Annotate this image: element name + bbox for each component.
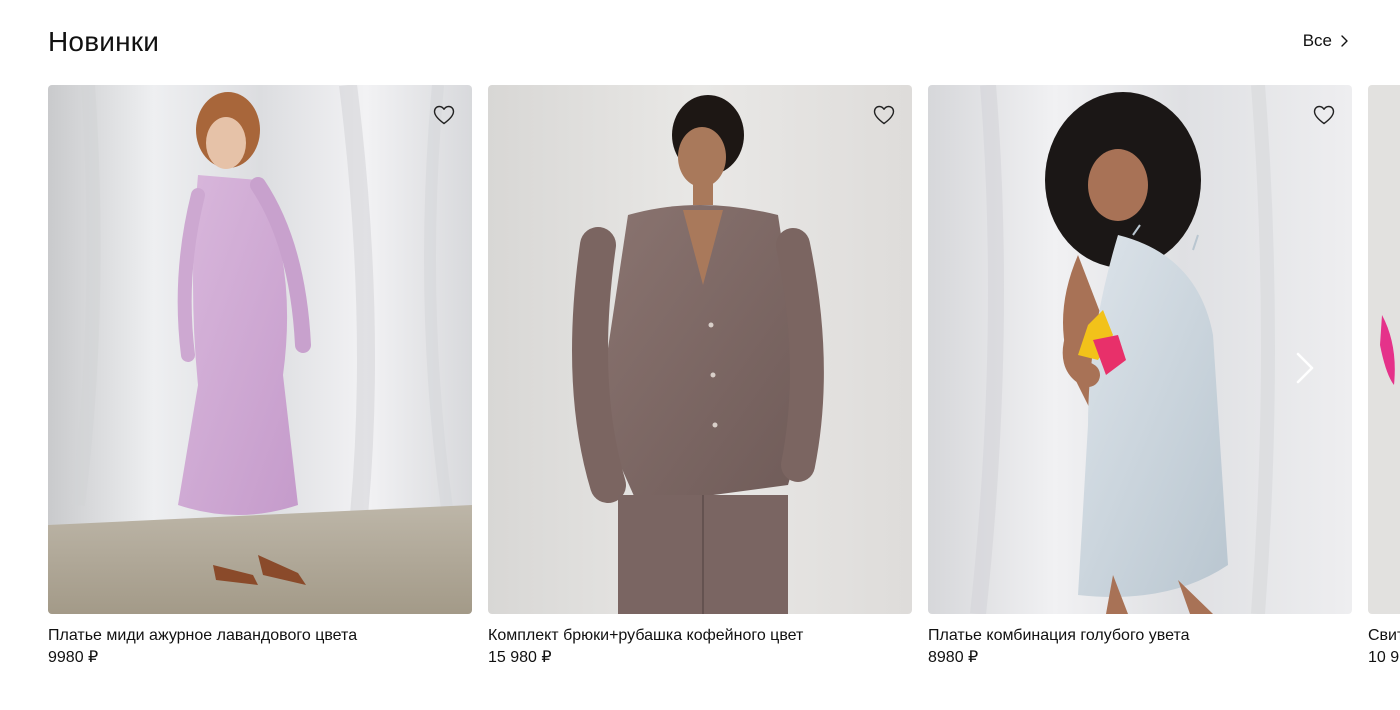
product-price: 8980 ₽ [928,649,979,666]
product-image[interactable] [928,85,1352,614]
product-price: 15 980 ₽ [488,649,552,666]
product-photo-lavender-dress [48,85,472,614]
product-card[interactable]: Платье миди ажурное лавандового цвета 99… [48,85,472,685]
section-header: Новинки Все [48,24,1352,64]
product-card[interactable]: Свит 10 9 [1368,85,1400,685]
product-name[interactable]: Платье комбинация голубого увета [928,626,1190,646]
product-image[interactable] [488,85,912,614]
product-image[interactable] [1368,85,1400,614]
new-arrivals-section: Новинки Все Платье миди ажурное лавандов… [0,0,1400,710]
view-all-label: Все [1302,31,1332,50]
product-card[interactable]: Платье комбинация голубого увета 8980 ₽ [928,85,1352,685]
product-card[interactable]: Комплект брюки+рубашка кофейного цвет 15… [488,85,912,685]
product-name[interactable]: Платье миди ажурное лавандового цвета [48,626,357,646]
product-photo-coffee-set [488,85,912,614]
product-image[interactable] [48,85,472,614]
product-price: 9980 ₽ [48,649,99,666]
chevron-right-icon [1341,35,1348,47]
view-all-link[interactable]: Все [1303,31,1352,51]
product-carousel[interactable]: Платье миди ажурное лавандового цвета 99… [48,85,1400,685]
product-photo-sweatshirt [1368,85,1400,614]
section-title: Новинки [48,26,160,57]
chevron-right-icon[interactable] [1294,351,1316,385]
heart-outline-icon[interactable] [432,103,456,127]
product-name[interactable]: Комплект брюки+рубашка кофейного цвет [488,626,803,646]
heart-outline-icon[interactable] [872,103,896,127]
product-price: 10 9 [1368,649,1400,666]
product-name[interactable]: Свит [1368,626,1400,646]
product-photo-blue-slip-dress [928,85,1352,614]
heart-outline-icon[interactable] [1312,103,1336,127]
